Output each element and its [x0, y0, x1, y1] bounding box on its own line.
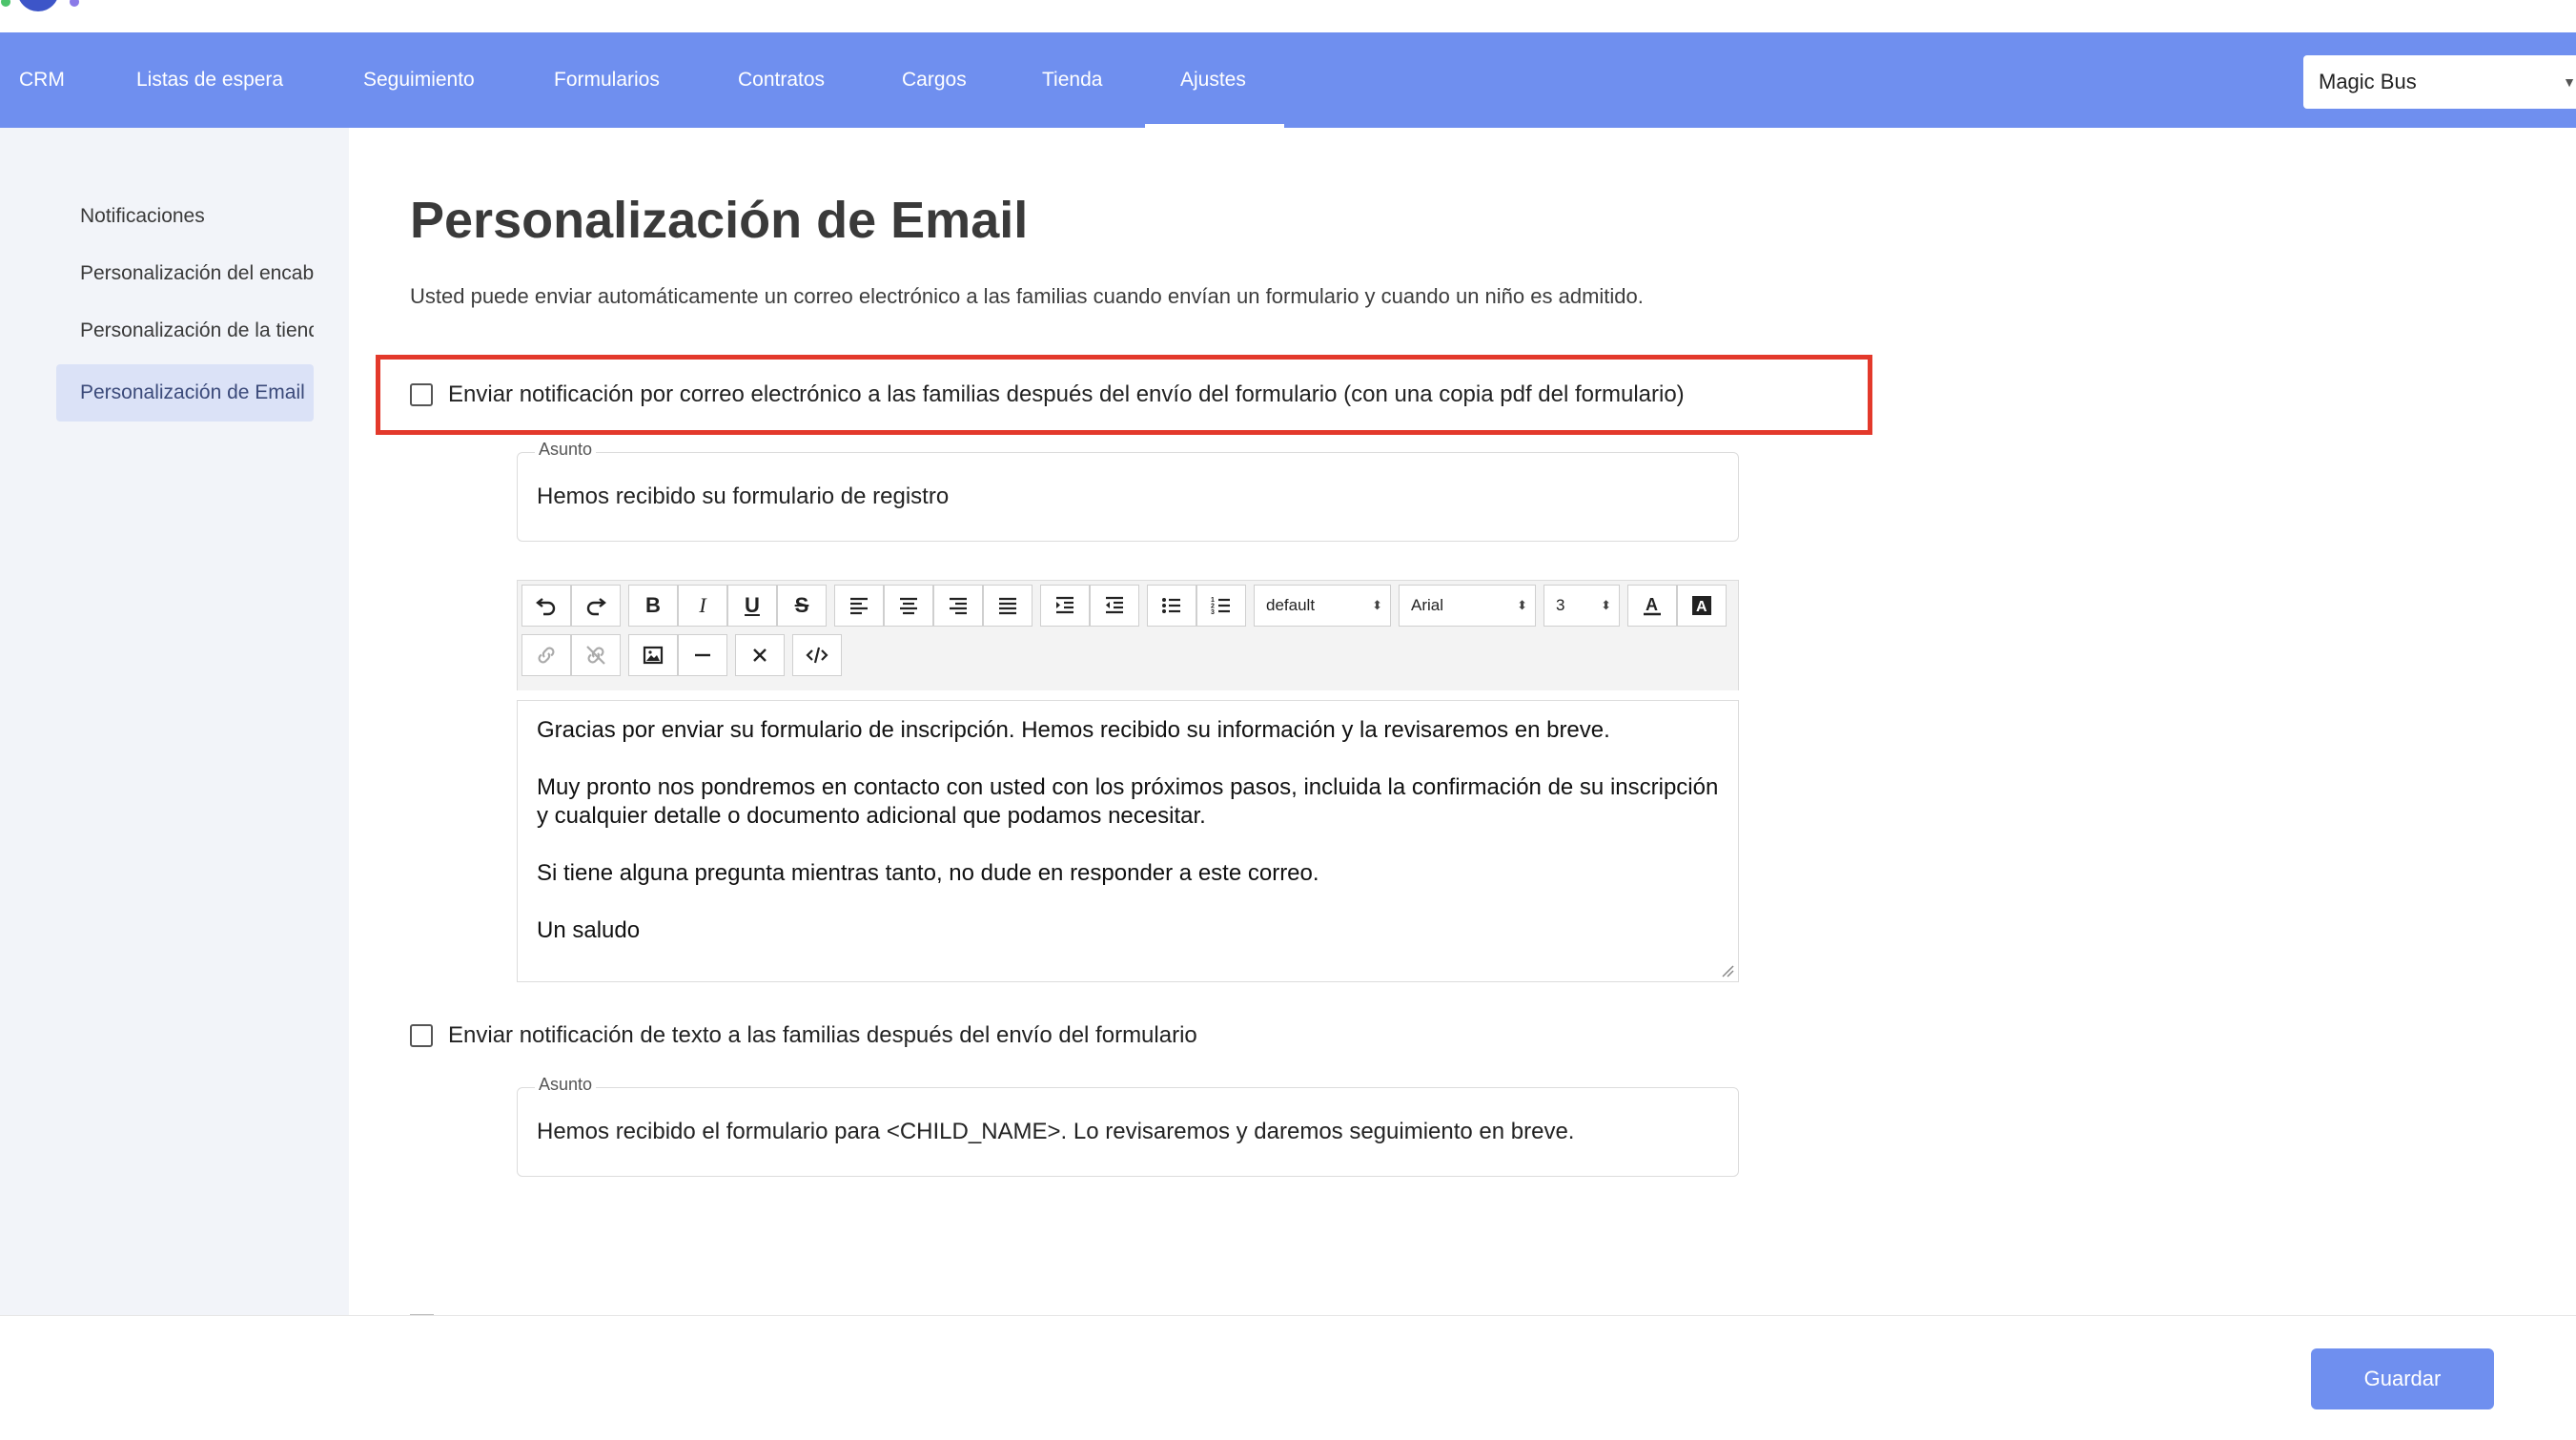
sidebar-item-notifications[interactable]: Notificaciones — [56, 188, 314, 245]
bullet-list-icon[interactable] — [1147, 585, 1196, 627]
svg-text:A: A — [1696, 599, 1707, 615]
email-subject-label: Asunto — [535, 440, 597, 460]
app-logo — [1, 0, 79, 11]
text-subject-field[interactable]: Asunto Hemos recibido el formulario para… — [517, 1075, 1739, 1177]
page-description: Usted puede enviar automáticamente un co… — [410, 284, 1644, 308]
text-subject-label: Asunto — [535, 1075, 597, 1095]
school-select[interactable]: Magic Bus ▼ — [2303, 55, 2576, 109]
font-size-select-value: default — [1266, 596, 1316, 614]
email-subject-field[interactable]: Asunto Hemos recibido su formulario de r… — [517, 440, 1739, 542]
email-notification-row[interactable]: Enviar notificación por correo electróni… — [410, 376, 1685, 414]
text-subject-value: Hemos recibido el formulario para <CHILD… — [537, 1119, 1575, 1144]
redo-icon[interactable] — [571, 585, 621, 627]
email-notification-label: Enviar notificación por correo electróni… — [448, 381, 1685, 407]
link-icon[interactable] — [521, 634, 571, 676]
indent-icon[interactable] — [1040, 585, 1090, 627]
top-nav: CRM Listas de espera Seguimiento Formula… — [0, 32, 2576, 128]
editor-toolbar: B I U S 123 default ⬍ Arial ⬍ 3 ⬍ A A — [517, 580, 1739, 690]
line-height-select-value: 3 — [1556, 596, 1565, 614]
remove-format-icon[interactable] — [735, 634, 785, 676]
text-notification-row[interactable]: Enviar notificación de texto a las famil… — [410, 1017, 1197, 1055]
image-icon[interactable] — [628, 634, 678, 676]
text-color-icon[interactable]: A — [1627, 585, 1677, 627]
nav-item-settings[interactable]: Ajustes — [1180, 32, 1246, 128]
align-left-icon[interactable] — [834, 585, 884, 627]
align-justify-icon[interactable] — [983, 585, 1032, 627]
settings-sidebar: Notificaciones Personalización del encab… — [0, 128, 349, 1315]
text-notification-checkbox[interactable] — [410, 1024, 433, 1047]
nav-item-charges[interactable]: Cargos — [902, 32, 967, 128]
underline-icon[interactable]: U — [727, 585, 777, 627]
resize-handle-icon[interactable] — [1721, 964, 1734, 977]
email-notification-checkbox[interactable] — [410, 383, 433, 406]
align-right-icon[interactable] — [933, 585, 983, 627]
top-strip — [0, 0, 2576, 32]
email-subject-value: Hemos recibido su formulario de registro — [537, 483, 950, 509]
main-content: Personalización de Email Usted puede env… — [349, 128, 2576, 1315]
outdent-icon[interactable] — [1090, 585, 1139, 627]
bold-icon[interactable]: B — [628, 585, 678, 627]
page-title: Personalización de Email — [410, 192, 1029, 249]
school-select-value: Magic Bus — [2319, 70, 2417, 93]
nav-item-tracking[interactable]: Seguimiento — [363, 32, 475, 128]
nav-item-crm[interactable]: CRM — [19, 32, 65, 128]
font-family-select-value: Arial — [1411, 596, 1444, 614]
email-body-paragraph: Si tiene alguna pregunta mientras tanto,… — [537, 860, 1319, 886]
svg-text:A: A — [1646, 595, 1658, 614]
text-notification-label: Enviar notificación de texto a las famil… — [448, 1022, 1197, 1048]
strikethrough-icon[interactable]: S — [777, 585, 827, 627]
email-body-paragraph: Un saludo — [537, 917, 641, 943]
align-center-icon[interactable] — [884, 585, 933, 627]
select-caret-icon: ⬍ — [1372, 598, 1382, 612]
sidebar-item-email-customization[interactable]: Personalización de Email — [56, 364, 314, 422]
select-caret-icon: ⬍ — [1517, 598, 1527, 612]
font-size-select[interactable]: default ⬍ — [1254, 585, 1391, 627]
footer-bar: Guardar — [0, 1315, 2576, 1440]
nav-item-forms[interactable]: Formularios — [554, 32, 660, 128]
font-family-select[interactable]: Arial ⬍ — [1399, 585, 1536, 627]
sidebar-item-store-customization[interactable]: Personalización de la tienda — [56, 302, 314, 360]
sidebar-item-header-customization[interactable]: Personalización del encabezado — [56, 245, 314, 302]
email-body-paragraph: Muy pronto nos pondremos en contacto con… — [537, 774, 1719, 829]
numbered-list-icon[interactable]: 123 — [1196, 585, 1246, 627]
chevron-down-icon: ▼ — [2563, 74, 2576, 90]
email-body-paragraph: Gracias por enviar su formulario de insc… — [537, 717, 1610, 743]
nav-item-store[interactable]: Tienda — [1042, 32, 1102, 128]
email-body-editor[interactable]: Gracias por enviar su formulario de insc… — [517, 700, 1739, 982]
undo-icon[interactable] — [521, 585, 571, 627]
nav-item-waitlists[interactable]: Listas de espera — [136, 32, 283, 128]
svg-text:3: 3 — [1211, 609, 1215, 616]
save-button[interactable]: Guardar — [2311, 1348, 2494, 1409]
line-height-select[interactable]: 3 ⬍ — [1544, 585, 1620, 627]
horizontal-rule-icon[interactable] — [678, 634, 727, 676]
unlink-icon[interactable] — [571, 634, 621, 676]
select-caret-icon: ⬍ — [1601, 598, 1611, 612]
background-color-icon[interactable]: A — [1677, 585, 1727, 627]
code-view-icon[interactable] — [792, 634, 842, 676]
nav-item-contracts[interactable]: Contratos — [738, 32, 825, 128]
italic-icon[interactable]: I — [678, 585, 727, 627]
